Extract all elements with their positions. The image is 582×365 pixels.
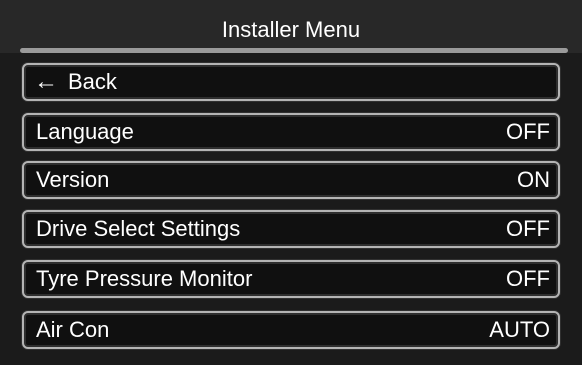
back-label: Back <box>68 69 117 94</box>
menu-item-label: Version <box>36 167 110 192</box>
back-button[interactable]: ← Back <box>22 63 560 101</box>
menu-item-value: OFF <box>506 119 550 144</box>
menu-item-label: Drive Select Settings <box>36 216 241 241</box>
page-title: Installer Menu <box>221 17 361 42</box>
back-button-content: ← Back <box>34 69 117 95</box>
menu-item-version[interactable]: Version ON <box>22 161 560 199</box>
menu-item-label: Tyre Pressure Monitor <box>36 266 253 291</box>
menu-item-value: AUTO <box>489 317 550 342</box>
menu-item-value: OFF <box>506 216 550 241</box>
menu-item-language[interactable]: Language OFF <box>22 113 560 151</box>
menu-item-label: Air Con <box>36 317 110 342</box>
menu-item-label: Language <box>36 119 134 144</box>
left-arrow-icon: ← <box>34 68 58 95</box>
menu-item-tyre-pressure-monitor[interactable]: Tyre Pressure Monitor OFF <box>22 260 560 298</box>
menu-list: ← Back Language OFF Version ON Drive Sel… <box>0 53 582 365</box>
menu-item-air-con[interactable]: Air Con AUTO <box>22 311 560 349</box>
menu-item-value: ON <box>517 167 550 192</box>
installer-menu-screen: Installer Menu ← Back Language OFF Versi… <box>0 0 582 365</box>
menu-item-drive-select-settings[interactable]: Drive Select Settings OFF <box>22 210 560 248</box>
menu-item-value: OFF <box>506 266 550 291</box>
